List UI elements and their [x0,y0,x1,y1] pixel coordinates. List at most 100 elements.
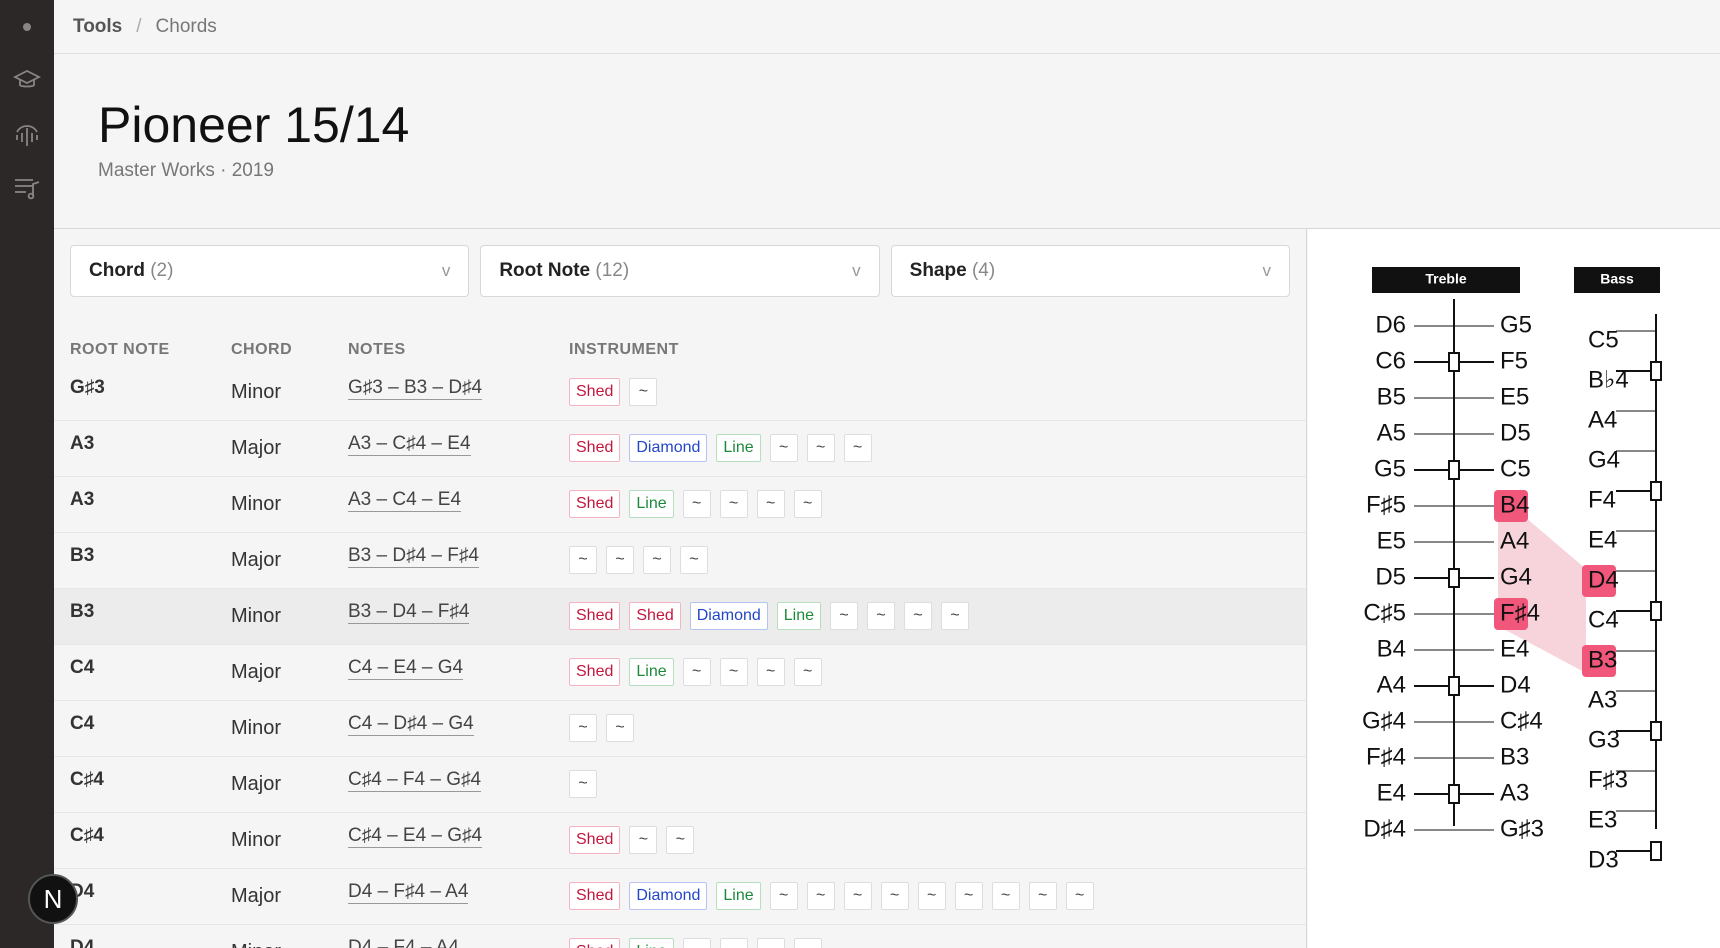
tag-diamond[interactable]: Diamond [629,434,708,462]
tuning-fork-icon[interactable] [13,120,41,148]
tag-empty[interactable]: ~ [643,546,671,574]
tag-empty[interactable]: ~ [756,938,785,948]
tag-empty[interactable]: ~ [629,826,658,854]
tag-empty[interactable]: ~ [904,602,933,630]
tag-empty[interactable]: ~ [569,714,597,742]
cell-notes-link[interactable]: C♯4 – F4 – G♯4 [348,769,482,792]
table-row[interactable]: C4 Minor C4 – D♯4 – G4 ~ ~ [54,701,1306,757]
tag-empty[interactable]: ~ [719,938,748,948]
tag-empty[interactable]: ~ [606,714,634,742]
column-header-instrument[interactable]: INSTRUMENT [569,341,679,359]
breadcrumb-tools[interactable]: Tools [73,16,122,38]
tag-empty[interactable]: ~ [1065,882,1094,910]
tag-empty[interactable]: ~ [880,882,909,910]
treble-note-left: D5 [1375,563,1406,590]
treble-note-right: G4 [1500,563,1532,590]
cell-notes-link[interactable]: C♯4 – E4 – G♯4 [348,825,483,848]
table-row[interactable]: C♯4 Major C♯4 – F4 – G♯4 ~ [54,757,1306,813]
tag-empty[interactable]: ~ [793,658,822,686]
tag-empty[interactable]: ~ [680,546,708,574]
treble-note-right: A3 [1500,779,1529,806]
table-row[interactable]: B3 Minor B3 – D4 – F♯4 Shed Shed Diamond Line ~… [54,589,1306,645]
tag-empty[interactable]: ~ [569,546,597,574]
tag-empty[interactable]: ~ [793,938,822,948]
column-header-notes[interactable]: NOTES [348,341,406,359]
cell-notes-link[interactable]: B3 – D♯4 – F♯4 [348,545,479,568]
staff-diagram: Treble Bass D6 C6 B5 A5 G5 F♯5 E5 D5 C♯5 B4 A4 G♯4 F♯4… [1362,267,1662,873]
filter-chord-dropdown[interactable]: Chord (2) v [70,245,470,297]
table-row[interactable]: D4 Minor D4 – F4 – A4 Shed Line ~ ~ ~ ~ [54,925,1306,948]
tag-empty[interactable]: ~ [806,882,835,910]
tag-empty[interactable]: ~ [991,882,1020,910]
tag-empty[interactable]: ~ [606,546,634,574]
cell-notes-link[interactable]: A3 – C♯4 – E4 [348,433,471,456]
cell-notes-link[interactable]: D4 – F4 – A4 [348,937,459,948]
tag-empty[interactable]: ~ [867,602,896,630]
tag-line[interactable]: Line [776,602,822,630]
tag-empty[interactable]: ~ [830,602,859,630]
table-row[interactable]: B3 Major B3 – D♯4 – F♯4 ~ ~ ~ ~ [54,533,1306,589]
tag-empty[interactable]: ~ [756,490,785,518]
tag-shed[interactable]: Shed [569,490,621,518]
cell-notes-link[interactable]: G♯3 – B3 – D♯4 [348,377,483,400]
tag-shed[interactable]: Shed [569,602,621,630]
tag-empty[interactable]: ~ [769,434,798,462]
tag-shed[interactable]: Shed [569,826,621,854]
tag-shed[interactable]: Shed [569,882,621,910]
tag-empty[interactable]: ~ [917,882,946,910]
tag-line[interactable]: Line [629,938,674,948]
tag-empty[interactable]: ~ [1028,882,1057,910]
table-row[interactable]: D4 Major D4 – F♯4 – A4 Shed Diamond Line ~ ~ ~ ~ ~… [54,869,1306,925]
cell-root-note: B3 [70,601,95,622]
cell-chord: Major [231,773,282,795]
tag-empty[interactable]: ~ [769,882,798,910]
table-header: ROOT NOTE CHORD NOTES INSTRUMENT [70,341,1290,361]
bass-marker [1650,361,1662,381]
tag-diamond[interactable]: Diamond [689,602,768,630]
cell-notes-link[interactable]: B3 – D4 – F♯4 [348,601,470,624]
tag-shed[interactable]: Shed [569,378,621,406]
table-row[interactable]: C4 Major C4 – E4 – G4 Shed Line ~ ~ ~ ~ [54,645,1306,701]
tag-line[interactable]: Line [716,882,761,910]
table-row[interactable]: G♯3 Minor G♯3 – B3 – D♯4 Shed ~ [54,365,1306,421]
tag-empty[interactable]: ~ [941,602,970,630]
tag-line[interactable]: Line [716,434,761,462]
tag-empty[interactable]: ~ [806,434,835,462]
filter-root-note-dropdown[interactable]: Root Note (12) v [480,245,880,297]
tag-empty[interactable]: ~ [682,658,711,686]
column-header-root-note[interactable]: ROOT NOTE [70,341,170,359]
user-avatar[interactable]: N [28,874,78,924]
cell-notes-link[interactable]: A3 – C4 – E4 [348,489,462,512]
table-row[interactable]: C♯4 Minor C♯4 – E4 – G♯4 Shed ~ ~ [54,813,1306,869]
cell-notes-link[interactable]: C4 – D♯4 – G4 [348,713,474,736]
tag-shed[interactable]: Shed [569,938,621,948]
tag-empty[interactable]: ~ [719,490,748,518]
tag-empty[interactable]: ~ [682,490,711,518]
tag-empty[interactable]: ~ [666,826,695,854]
tag-empty[interactable]: ~ [843,882,872,910]
tag-empty[interactable]: ~ [793,490,822,518]
tag-empty[interactable]: ~ [954,882,983,910]
column-header-chord[interactable]: CHORD [231,341,292,359]
tag-diamond[interactable]: Diamond [629,882,708,910]
graduation-cap-icon[interactable] [13,66,41,94]
tag-line[interactable]: Line [629,658,674,686]
tag-line[interactable]: Line [629,490,674,518]
tag-empty[interactable]: ~ [719,658,748,686]
cell-notes-link[interactable]: D4 – F♯4 – A4 [348,881,469,904]
cell-chord: Major [231,885,282,907]
table-row[interactable]: A3 Major A3 – C♯4 – E4 Shed Diamond Line ~ ~ ~ [54,421,1306,477]
tag-empty[interactable]: ~ [629,378,658,406]
tag-empty[interactable]: ~ [569,770,597,798]
tag-empty[interactable]: ~ [756,658,785,686]
tag-shed[interactable]: Shed [629,602,681,630]
treble-marker [1448,352,1460,372]
tag-shed[interactable]: Shed [569,434,621,462]
tag-empty[interactable]: ~ [682,938,711,948]
tag-empty[interactable]: ~ [843,434,872,462]
playlist-icon[interactable] [13,174,41,202]
cell-notes-link[interactable]: C4 – E4 – G4 [348,657,464,680]
filter-shape-dropdown[interactable]: Shape (4) v [890,245,1290,297]
tag-shed[interactable]: Shed [569,658,621,686]
table-row[interactable]: A3 Minor A3 – C4 – E4 Shed Line ~ ~ ~ ~ [54,477,1306,533]
